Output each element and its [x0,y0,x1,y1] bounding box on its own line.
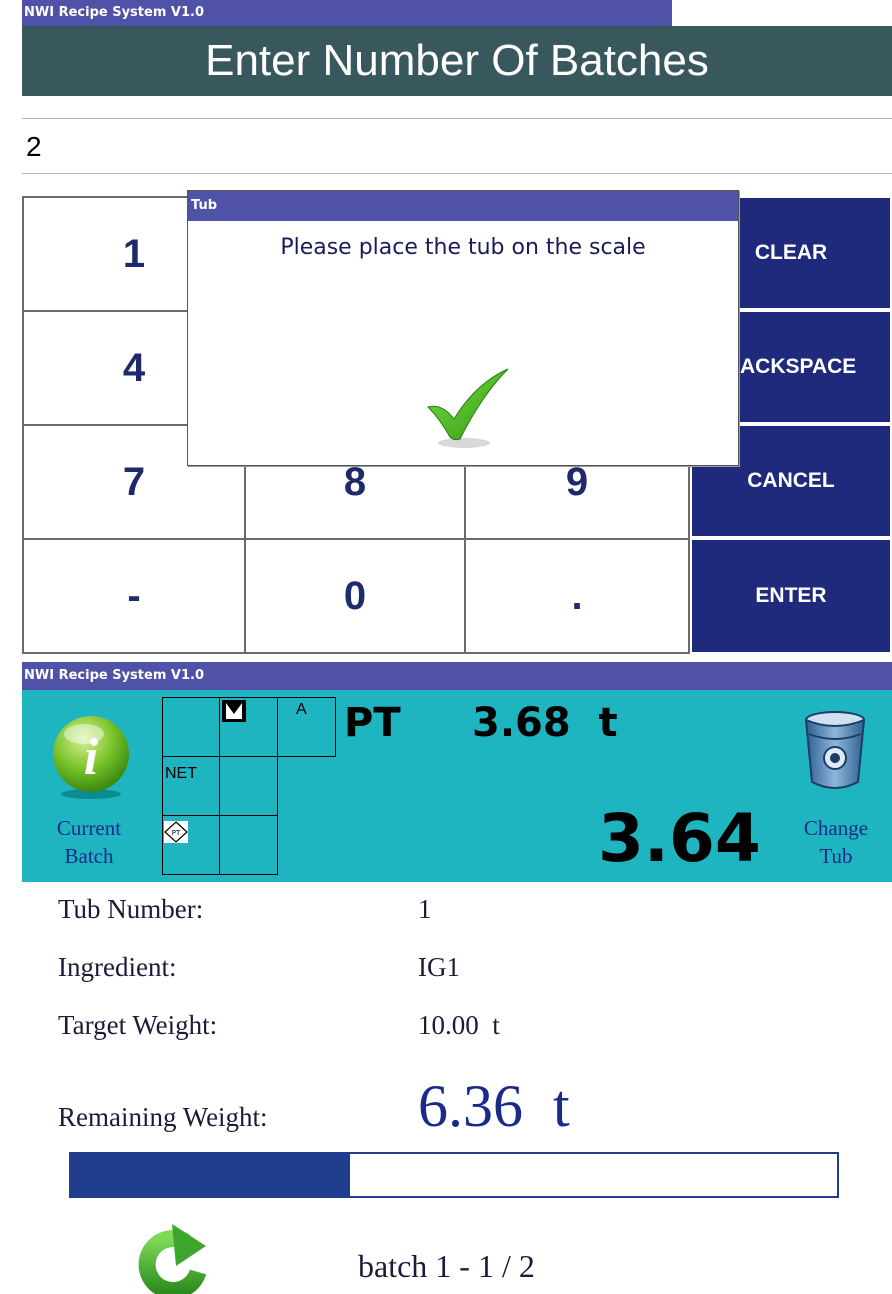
net-indicator: NET [165,765,197,782]
info-icon[interactable]: i [50,712,132,800]
backspace-button-label: ACKSPACE [740,355,857,378]
enter-button-label: ENTER [755,584,827,607]
tub-number-label: Tub Number: [58,894,204,924]
key-0[interactable]: 0 [244,538,466,654]
preset-tare-label: PT [344,700,401,746]
ingredient-label: Ingredient: [58,952,177,982]
top-window-titlebar: NWI Recipe System V1.0 [22,0,672,26]
net-weight-display: 3.64 [598,800,761,877]
ingredient-value: IG1 [418,952,460,982]
dialog-message: Please place the tub on the scale [280,235,646,260]
page-title: Enter Number Of Batches [22,26,892,96]
key-minus[interactable]: - [22,538,246,654]
tare-value: 3.68 t [472,700,618,746]
batches-input[interactable]: 2 [22,118,892,174]
cancel-button-label: CANCEL [747,469,835,492]
svg-text:i: i [84,729,99,786]
current-batch-label[interactable]: Current Batch [38,814,140,870]
key-decimal[interactable]: . [464,538,690,654]
scale-panel [22,690,892,882]
refresh-icon[interactable] [136,1224,222,1294]
tub-icon[interactable] [804,710,866,794]
dialog-titlebar: Tub [188,191,738,221]
progress-fill [71,1154,350,1196]
enter-button[interactable]: ENTER [690,538,892,654]
bottom-titlebar-extension [672,662,892,690]
weighing-progress-bar [69,1152,839,1198]
clear-button-label: CLEAR [754,241,828,264]
status-indicator-grid: A NET PT [162,697,336,875]
tub-dialog: Tub Please place the tub on the scale [187,190,739,466]
pt-indicator: PT [164,821,188,843]
bottom-window-titlebar: NWI Recipe System V1.0 [22,662,672,690]
a-indicator: A [296,701,307,718]
target-weight-value: 10.00 t [418,1010,500,1040]
batch-progress-label: batch 1 - 1 / 2 [358,1248,535,1284]
checkmark-icon[interactable] [424,363,514,453]
motion-icon [222,700,246,722]
svg-text:PT: PT [172,829,181,837]
remaining-weight-value: 6.36 t [418,1073,570,1139]
change-tub-label[interactable]: Change Tub [790,814,882,870]
target-weight-label: Target Weight: [58,1010,218,1040]
tub-number-value: 1 [418,894,432,924]
remaining-weight-label: Remaining Weight: [58,1102,268,1132]
